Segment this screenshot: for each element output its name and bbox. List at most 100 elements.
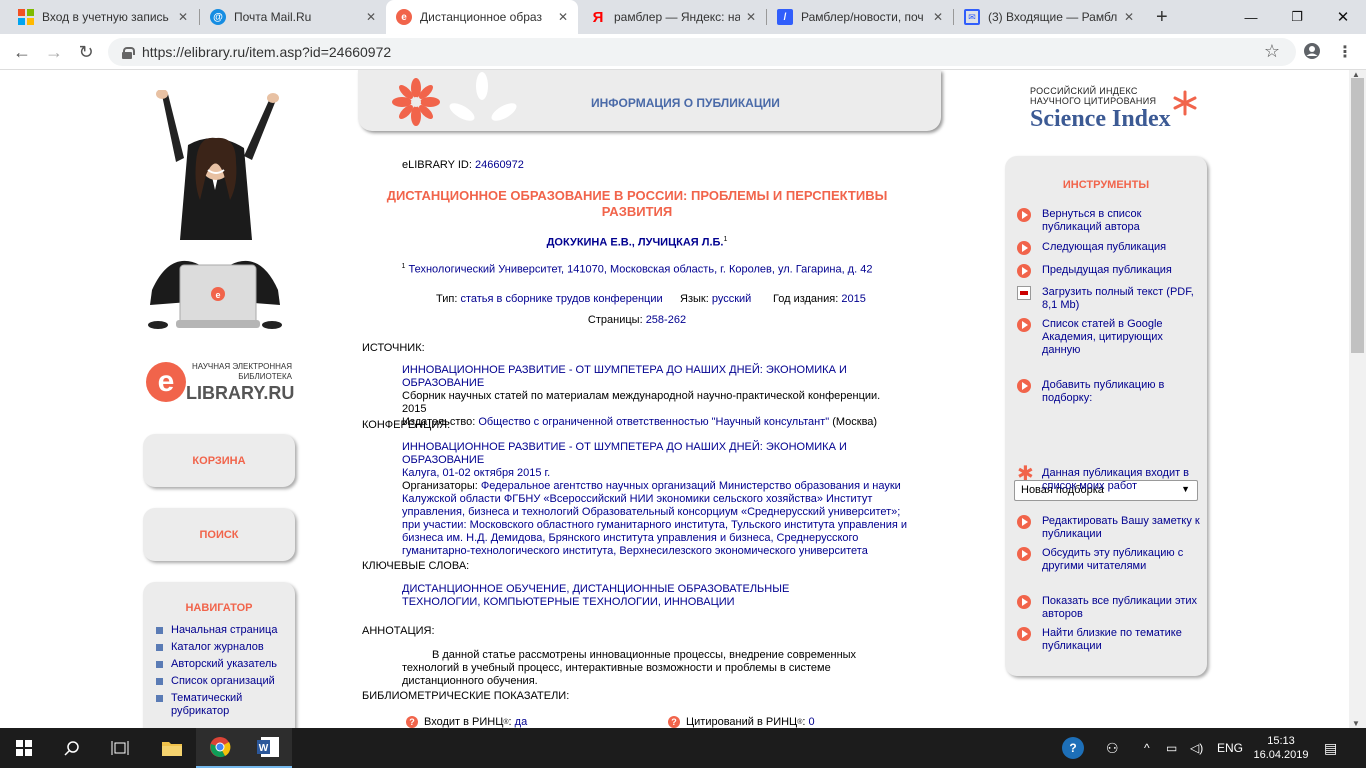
url-input[interactable]: https://elibrary.ru/item.asp?id=24660972… (108, 38, 1296, 66)
file-explorer-icon[interactable] (148, 728, 196, 768)
close-icon[interactable]: ✕ (746, 10, 756, 24)
page-viewport: e e НАУЧНАЯ ЭЛЕКТРОННАЯ БИБЛИОТЕКА LIBRA… (0, 70, 1366, 728)
volume-icon[interactable]: ◁) (1190, 728, 1203, 768)
publication-language: Язык: русский (680, 293, 752, 305)
help-tray-icon[interactable]: ? (1062, 728, 1084, 768)
annotation-label: АННОТАЦИЯ: (362, 625, 435, 637)
network-icon[interactable]: ▭ (1166, 728, 1177, 768)
next-publication-link[interactable]: Следующая публикация (1017, 241, 1202, 255)
arrow-right-circle-icon (1017, 208, 1031, 222)
browser-tab-bar: Вход в учетную запись ✕ @ Почта Mail.Ru … (0, 0, 1366, 34)
forward-button[interactable]: → (42, 40, 66, 64)
edit-note-link[interactable]: Редактировать Вашу заметку к публикации (1017, 515, 1202, 541)
keywords-list[interactable]: ДИСТАНЦИОННОЕ ОБУЧЕНИЕ, ДИСТАНЦИОННЫЕ ОБ… (402, 583, 842, 609)
close-icon[interactable]: ✕ (366, 10, 376, 24)
windows-start-icon[interactable] (0, 728, 48, 768)
add-to-collection-label: Добавить публикацию в подборку: (1017, 379, 1202, 405)
show-author-publications-link[interactable]: Показать все публикации этих авторов (1017, 595, 1202, 621)
cart-button[interactable]: КОРЗИНА (143, 434, 295, 487)
navigator-title: НАВИГАТОР (185, 602, 253, 614)
word-icon[interactable]: W (244, 728, 292, 768)
page-scrollbar[interactable]: ▲ ▼ (1349, 70, 1366, 728)
maximize-button[interactable]: ❐ (1274, 0, 1320, 34)
minimize-button[interactable]: — (1228, 0, 1274, 34)
address-bar: ← → ↻ https://elibrary.ru/item.asp?id=24… (0, 34, 1366, 70)
lock-icon (122, 46, 135, 59)
scroll-thumb[interactable] (1351, 78, 1364, 353)
tab-title: Рамблер/новости, поч (801, 10, 924, 24)
my-works-link[interactable]: ✱ Данная публикация входит в список моих … (1017, 463, 1202, 493)
clock[interactable]: 15:13 16.04.2019 (1252, 728, 1310, 768)
source-title[interactable]: ИННОВАЦИОННОЕ РАЗВИТИЕ - ОТ ШУМПЕТЕРА ДО… (402, 364, 907, 390)
tab-title: Дистанционное образ (420, 10, 542, 24)
help-icon[interactable]: ? (668, 716, 680, 728)
rinc-indicator: ? Входит в РИНЦ ®: да (406, 716, 527, 728)
tab-yandex[interactable]: Я рамблер — Яндекс: на ✕ (580, 0, 766, 34)
profile-icon[interactable] (1303, 42, 1321, 65)
close-icon[interactable]: ✕ (1124, 10, 1134, 24)
chrome-icon[interactable] (196, 728, 244, 768)
help-icon[interactable]: ? (406, 716, 418, 728)
citations-indicator: ? Цитирований в РИНЦ ®: 0 (668, 716, 815, 728)
source-publisher: Издательство: Общество с ограниченной от… (402, 416, 878, 428)
tab-rambler-news[interactable]: / Рамблер/новости, поч ✕ (767, 0, 953, 34)
search-label: ПОИСК (199, 529, 239, 541)
find-similar-link[interactable]: Найти близкие по тематике публикации (1017, 627, 1202, 653)
tab-rambler-mail[interactable]: ✉ (3) Входящие — Рамбл ✕ (954, 0, 1144, 34)
biblio-label: БИБЛИОМЕТРИЧЕСКИЕ ПОКАЗАТЕЛИ: (362, 690, 570, 702)
arrow-right-circle-icon (1017, 515, 1031, 529)
publication-pages: Страницы: 258-262 (587, 314, 687, 326)
nav-item-authors[interactable]: Авторский указатель (156, 658, 295, 671)
tab-mailru[interactable]: @ Почта Mail.Ru ✕ (200, 0, 386, 34)
people-icon[interactable]: ⚇ (1106, 728, 1119, 768)
arrow-right-circle-icon (1017, 547, 1031, 561)
asterisk-icon: ✱ (1017, 463, 1034, 485)
arrow-right-circle-icon (1017, 241, 1031, 255)
notifications-icon[interactable]: ▤ (1324, 728, 1337, 768)
publication-title: ДИСТАНЦИОННОЕ ОБРАЗОВАНИЕ В РОССИИ: ПРОБ… (386, 188, 888, 219)
tools-title: ИНСТРУМЕНТЫ (1062, 179, 1150, 191)
elibrary-logo[interactable]: e НАУЧНАЯ ЭЛЕКТРОННАЯ БИБЛИОТЕКА LIBRARY… (146, 360, 296, 404)
scroll-down-icon[interactable]: ▼ (1352, 719, 1360, 728)
new-tab-button[interactable]: + (1156, 6, 1168, 29)
task-view-icon[interactable] (96, 728, 144, 768)
language-indicator[interactable]: ENG (1217, 728, 1243, 768)
google-scholar-link[interactable]: Список статей в Google Академия, цитирую… (1017, 318, 1202, 357)
tray-expand-icon[interactable]: ^ (1144, 728, 1150, 768)
annotation-text: В данной статье рассмотрены инновационны… (402, 649, 857, 687)
asterisk-icon (1173, 90, 1197, 116)
cart-label: КОРЗИНА (192, 455, 246, 467)
rambler-mail-icon: ✉ (964, 9, 980, 25)
science-index-subtitle-1: РОССИЙСКИЙ ИНДЕКС (1030, 86, 1138, 96)
tab-microsoft-login[interactable]: Вход в учетную запись ✕ (8, 0, 198, 34)
clock-time: 15:13 (1267, 735, 1295, 747)
authors[interactable]: ДОКУКИНА Е.В., ЛУЧИЦКАЯ Л.Б.1 (362, 236, 912, 249)
arrow-right-circle-icon (1017, 264, 1031, 278)
clock-date: 16.04.2019 (1253, 749, 1309, 761)
source-block: ИННОВАЦИОННОЕ РАЗВИТИЕ - ОТ ШУМПЕТЕРА ДО… (402, 364, 907, 429)
discuss-publication-link[interactable]: Обсудить эту публикацию с другими читате… (1017, 547, 1202, 573)
bookmark-star-icon[interactable]: ☆ (1264, 41, 1280, 62)
menu-icon[interactable]: ⋮ (1337, 42, 1353, 62)
back-to-author-list-link[interactable]: Вернуться в список публикаций автора (1017, 208, 1202, 234)
tab-elibrary[interactable]: e Дистанционное образ ✕ (386, 0, 578, 34)
search-button[interactable]: ПОИСК (143, 508, 295, 561)
close-icon[interactable]: ✕ (178, 10, 188, 24)
nav-item-home[interactable]: Начальная страница (156, 624, 295, 637)
nav-item-rubricator[interactable]: Тематический рубрикатор (156, 692, 295, 718)
download-pdf-link[interactable]: Загрузить полный текст (PDF, 8,1 Mb) (1017, 286, 1202, 312)
reload-button[interactable]: ↻ (74, 40, 98, 64)
conference-title[interactable]: ИННОВАЦИОННОЕ РАЗВИТИЕ - ОТ ШУМПЕТЕРА ДО… (402, 441, 907, 467)
science-index-subtitle-2: НАУЧНОГО ЦИТИРОВАНИЯ (1030, 96, 1157, 106)
close-icon[interactable]: ✕ (558, 10, 568, 24)
nav-item-organizations[interactable]: Список организаций (156, 675, 295, 688)
svg-text:e: e (215, 290, 220, 300)
science-index-logo[interactable]: РОССИЙСКИЙ ИНДЕКС НАУЧНОГО ЦИТИРОВАНИЯ S… (1030, 86, 1197, 133)
elibrary-id: eLIBRARY ID: 24660972 (402, 159, 524, 171)
back-button[interactable]: ← (10, 40, 34, 64)
close-icon[interactable]: ✕ (933, 10, 943, 24)
window-close-button[interactable]: ✕ (1320, 0, 1366, 34)
search-icon[interactable] (48, 728, 96, 768)
nav-item-journals[interactable]: Каталог журналов (156, 641, 295, 654)
previous-publication-link[interactable]: Предыдущая публикация (1017, 264, 1202, 278)
